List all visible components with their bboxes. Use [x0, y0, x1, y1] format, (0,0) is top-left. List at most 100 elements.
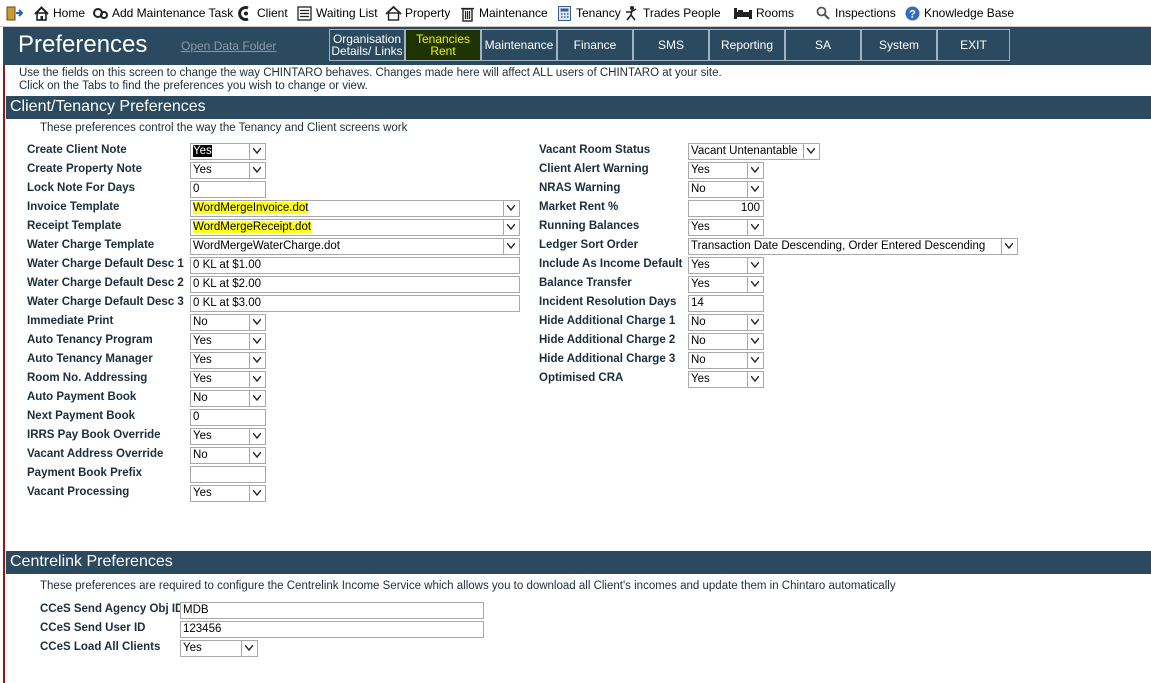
tab-finance[interactable]: Finance [557, 29, 633, 61]
hide-additional-charge-2-select[interactable]: No [688, 333, 764, 350]
tab-tenancies-rent[interactable]: Tenancies Rent [405, 29, 481, 61]
toolbar-trades-people[interactable]: Trades People [623, 4, 721, 22]
chevron-down-icon[interactable] [747, 182, 763, 197]
toolbar-client[interactable]: Client [237, 4, 288, 22]
toolbar-add-maintenance-task[interactable]: Add Maintenance Task [92, 4, 233, 22]
chevron-down-icon[interactable] [803, 144, 819, 159]
chevron-down-icon[interactable] [249, 353, 265, 368]
intro-line-1: Use the fields on this screen to change … [19, 67, 722, 79]
next-payment-book-input[interactable]: 0 [190, 409, 266, 426]
cces-send-user-id-input[interactable]: 123456 [180, 621, 484, 638]
auto-tenancy-manager-value: Yes [193, 354, 212, 366]
lock-note-for-days-value: 0 [193, 183, 200, 195]
tab-exit[interactable]: EXIT [937, 29, 1010, 61]
next-payment-book-label: Next Payment Book [27, 410, 136, 422]
preferences-content: Use the fields on this screen to change … [3, 65, 1151, 683]
auto-payment-book-select[interactable]: No [190, 390, 266, 407]
chevron-down-icon[interactable] [249, 372, 265, 387]
water-charge-default-desc-1-input[interactable]: 0 KL at $1.00 [190, 257, 520, 274]
help-icon: ? [904, 5, 921, 22]
chevron-down-icon[interactable] [241, 641, 257, 656]
running-balances-select[interactable]: Yes [688, 219, 764, 236]
chevron-down-icon[interactable] [503, 201, 519, 216]
toolbar-rooms[interactable]: Rooms [733, 4, 794, 22]
tab-sa[interactable]: SA [785, 29, 861, 61]
tab-sms[interactable]: SMS [633, 29, 709, 61]
toolbar-property[interactable]: Property [385, 4, 450, 22]
receipt-template-label: Receipt Template [27, 220, 122, 232]
chevron-down-icon[interactable] [249, 315, 265, 330]
tab-reporting[interactable]: Reporting [709, 29, 785, 61]
vacant-address-override-select[interactable]: No [190, 447, 266, 464]
chevron-down-icon[interactable] [249, 448, 265, 463]
water-charge-default-desc-2-label: Water Charge Default Desc 2 [27, 277, 184, 289]
toolbar-maintenance[interactable]: Maintenance [459, 4, 548, 22]
create-client-note-select[interactable]: Yes [190, 143, 266, 160]
market-rent-input[interactable]: 100 [688, 200, 764, 217]
nras-warning-select[interactable]: No [688, 181, 764, 198]
water-charge-default-desc-2-input[interactable]: 0 KL at $2.00 [190, 276, 520, 293]
chevron-down-icon[interactable] [503, 239, 519, 254]
receipt-template-select[interactable]: WordMergeReceipt.dot [190, 219, 520, 236]
balance-transfer-select[interactable]: Yes [688, 276, 764, 293]
room-no-addressing-select[interactable]: Yes [190, 371, 266, 388]
immediate-print-label: Immediate Print [27, 315, 114, 327]
toolbar-tenancy[interactable]: Tenancy [556, 4, 621, 22]
auto-tenancy-manager-select[interactable]: Yes [190, 352, 266, 369]
water-charge-default-desc-3-value: 0 KL at $3.00 [193, 297, 261, 309]
water-charge-default-desc-2-value: 0 KL at $2.00 [193, 278, 261, 290]
open-data-folder-link[interactable]: Open Data Folder [181, 39, 276, 53]
chevron-down-icon[interactable] [249, 391, 265, 406]
chevron-down-icon[interactable] [249, 429, 265, 444]
chevron-down-icon[interactable] [249, 163, 265, 178]
exit-door-button[interactable] [6, 4, 26, 22]
toolbar-property-label: Property [405, 6, 451, 20]
hide-additional-charge-1-value: No [691, 316, 706, 328]
lock-note-for-days-input[interactable]: 0 [190, 181, 266, 198]
invoice-template-select[interactable]: WordMergeInvoice.dot [190, 200, 520, 217]
chevron-down-icon[interactable] [249, 334, 265, 349]
tab-system[interactable]: System [861, 29, 937, 61]
vacant-room-status-select[interactable]: Vacant Untenantable [688, 143, 820, 160]
chevron-down-icon[interactable] [747, 220, 763, 235]
chevron-down-icon[interactable] [747, 353, 763, 368]
chevron-down-icon[interactable] [747, 258, 763, 273]
toolbar-inspections[interactable]: Inspections [815, 4, 896, 22]
tab-label: EXIT [960, 38, 987, 52]
chevron-down-icon[interactable] [747, 315, 763, 330]
chevron-down-icon[interactable] [249, 486, 265, 501]
toolbar-waiting-list[interactable]: Waiting List [296, 4, 378, 22]
irrs-pay-book-override-select[interactable]: Yes [190, 428, 266, 445]
payment-book-prefix-input[interactable] [190, 466, 266, 483]
chevron-down-icon[interactable] [747, 372, 763, 387]
incident-resolution-days-input[interactable]: 14 [688, 295, 764, 312]
toolbar-maintenance-label: Maintenance [479, 6, 548, 20]
toolbar-home[interactable]: Home [33, 4, 85, 22]
client-alert-warning-select[interactable]: Yes [688, 162, 764, 179]
hide-additional-charge-3-select[interactable]: No [688, 352, 764, 369]
create-property-note-select[interactable]: Yes [190, 162, 266, 179]
vacant-processing-select[interactable]: Yes [190, 485, 266, 502]
tab-maintenance[interactable]: Maintenance [481, 29, 557, 61]
include-as-income-default-select[interactable]: Yes [688, 257, 764, 274]
chevron-down-icon[interactable] [747, 277, 763, 292]
client-icon [237, 5, 254, 22]
ledger-sort-order-select[interactable]: Transaction Date Descending, Order Enter… [688, 238, 1018, 255]
water-charge-default-desc-3-input[interactable]: 0 KL at $3.00 [190, 295, 520, 312]
immediate-print-select[interactable]: No [190, 314, 266, 331]
toolbar-trades-people-label: Trades People [643, 6, 721, 20]
cces-load-all-clients-select[interactable]: Yes [180, 640, 258, 657]
tab-organisation-details-links[interactable]: Organisation Details/ Links [329, 29, 405, 61]
cces-send-agency-obj-id-input[interactable]: MDB [180, 602, 484, 619]
chevron-down-icon[interactable] [1001, 239, 1017, 254]
water-charge-template-select[interactable]: WordMergeWaterCharge.dot [190, 238, 520, 255]
nras-warning-label: NRAS Warning [539, 182, 621, 194]
auto-tenancy-program-select[interactable]: Yes [190, 333, 266, 350]
toolbar-knowledge-base[interactable]: ? Knowledge Base [904, 4, 1014, 22]
chevron-down-icon[interactable] [747, 163, 763, 178]
chevron-down-icon[interactable] [503, 220, 519, 235]
hide-additional-charge-1-select[interactable]: No [688, 314, 764, 331]
optimised-cra-select[interactable]: Yes [688, 371, 764, 388]
chevron-down-icon[interactable] [249, 144, 265, 159]
chevron-down-icon[interactable] [747, 334, 763, 349]
